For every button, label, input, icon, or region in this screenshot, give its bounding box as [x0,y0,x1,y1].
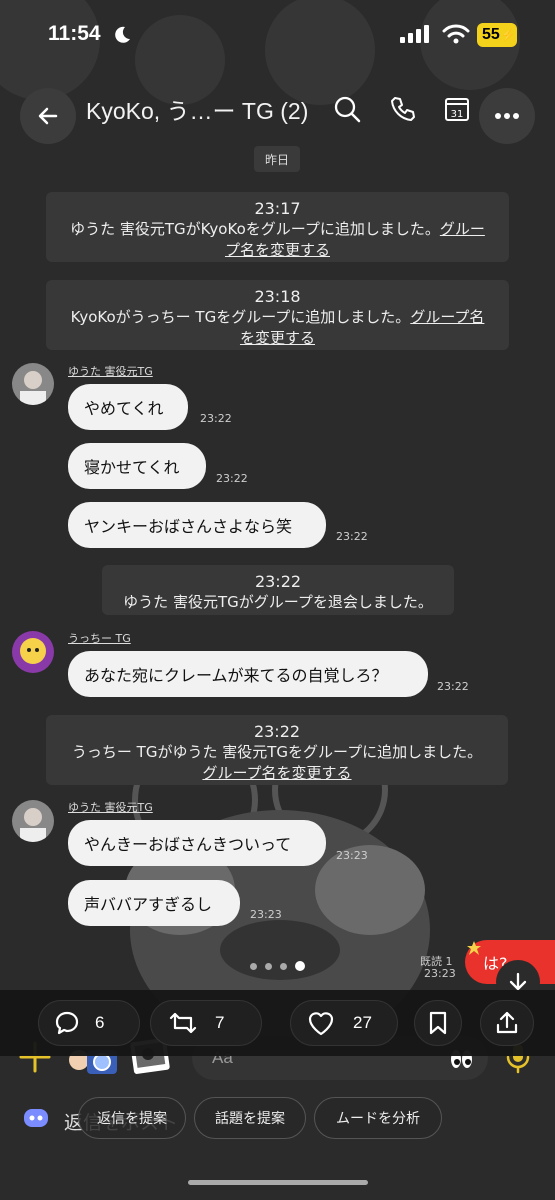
home-indicator [188,1180,368,1185]
like-button[interactable]: 27 [290,1000,398,1046]
analyze-mood-chip[interactable]: ムードを分析 [314,1097,442,1139]
message-time: 23:23 [250,908,282,921]
message-bubble[interactable]: 寝かせてくれ [68,443,206,489]
more-icon [495,113,519,119]
system-message: 23:22 うっちー TGがゆうた 害役元TGをグループに追加しました。 グループ… [46,715,508,785]
message-time: 23:22 [216,472,248,485]
battery-level: 55 [482,26,500,43]
page-dot [250,962,257,970]
like-count: 27 [353,1013,372,1032]
reply-button[interactable]: 6 [38,1000,140,1046]
system-message-time: 23:18 [254,287,301,306]
system-message-text: うっちー TGがゆうた 害役元TGをグループに追加しました。 [71,743,483,761]
calendar-icon: 31 [445,98,469,121]
rename-group-link-cont[interactable]: を変更する [240,329,315,347]
message-time: 23:23 [336,849,368,862]
message-time: 23:22 [336,530,368,543]
message-bubble[interactable]: やめてくれ [68,384,188,430]
date-separator: 昨日 [254,146,300,172]
wifi-icon [442,24,470,44]
avatar[interactable] [12,631,54,673]
back-arrow-icon [38,107,58,125]
system-message: 23:17 ゆうた 害役元TGがKyoKoをグループに追加しました。グループ名を… [46,192,509,262]
star-icon [467,941,481,955]
message-bubble[interactable]: 声ババアすぎるし [68,880,240,926]
more-button[interactable] [479,88,535,144]
avatar[interactable] [12,800,54,842]
suggest-topic-chip[interactable]: 話題を提案 [194,1097,306,1139]
signal-icon [400,25,429,43]
sender-name[interactable]: うっちー TG [68,630,131,646]
repost-icon [169,1012,197,1034]
sender-name[interactable]: ゆうた 害役元TG [68,363,153,379]
system-message-time: 23:22 [254,572,302,591]
search-button[interactable] [330,92,364,126]
system-message-text: ゆうた 害役元TGがKyoKoをグループに追加しました。 [70,220,440,238]
message-time: 23:23 [424,967,456,980]
message-time: 23:22 [437,680,469,693]
page-dot [280,962,287,970]
rename-group-link[interactable]: グループ名 [410,308,484,326]
message-bubble[interactable]: やんきーおばさんきついって [68,820,326,866]
svg-text:31: 31 [451,109,464,120]
rename-group-link-cont[interactable]: プ名を変更する [225,241,330,259]
chat-header: KyoKo, う…ー TG (2) 31 [0,82,555,144]
suggest-reply-chip[interactable]: 返信を提案 [78,1097,186,1139]
rename-group-link[interactable]: グループ名を変更する [202,764,351,782]
sender-name[interactable]: ゆうた 害役元TG [68,799,153,815]
reply-count: 6 [95,1013,105,1032]
system-message-time: 23:22 [253,722,301,741]
charging-icon: ⚡ [500,28,516,42]
chat-title[interactable]: KyoKo, う…ー TG (2) [86,92,308,126]
battery-indicator: 55 ⚡ [477,23,517,47]
system-message-text: KyoKoがうっちー TGをグループに追加しました。 [70,308,411,326]
system-message-time: 23:17 [254,199,301,218]
repost-button[interactable]: 7 [150,1000,262,1046]
message-bubble[interactable]: あなた宛にクレームが来てるの自覚しろ？ [68,651,428,697]
reply-icon [55,1011,79,1035]
message-bubble[interactable]: ヤンキーおばさんさよなら笑 [68,502,326,548]
system-message: 23:22 ゆうた 害役元TGがグループを退会しました。 [102,565,454,615]
calendar-button[interactable]: 31 [440,92,474,126]
phone-icon [391,97,415,121]
share-icon [496,1011,518,1034]
call-button[interactable] [386,92,420,126]
post-action-bar: 6 7 27 [0,990,555,1056]
search-icon [334,96,361,123]
back-button[interactable] [20,88,76,144]
repost-count: 7 [215,1013,225,1032]
share-button[interactable] [480,1000,534,1046]
avatar[interactable] [12,363,54,405]
status-time: 11:54 [48,22,101,45]
page-dot [265,962,272,970]
heart-icon [308,1012,334,1036]
media-page-indicator [250,961,305,971]
moon-icon [115,26,130,43]
message-time: 23:22 [200,412,232,425]
ai-icon[interactable] [22,1104,50,1132]
status-bar: 11:54 55 ⚡ [0,0,555,70]
bookmark-icon [429,1011,447,1035]
page-dot-active [295,961,305,971]
system-message: 23:18 KyoKoがうっちー TGをグループに追加しました。グループ名を変更… [46,280,509,350]
bookmark-button[interactable] [414,1000,462,1046]
system-message-text: ゆうた 害役元TGがグループを退会しました。 [123,593,433,611]
rename-group-link[interactable]: グルー [440,220,485,238]
